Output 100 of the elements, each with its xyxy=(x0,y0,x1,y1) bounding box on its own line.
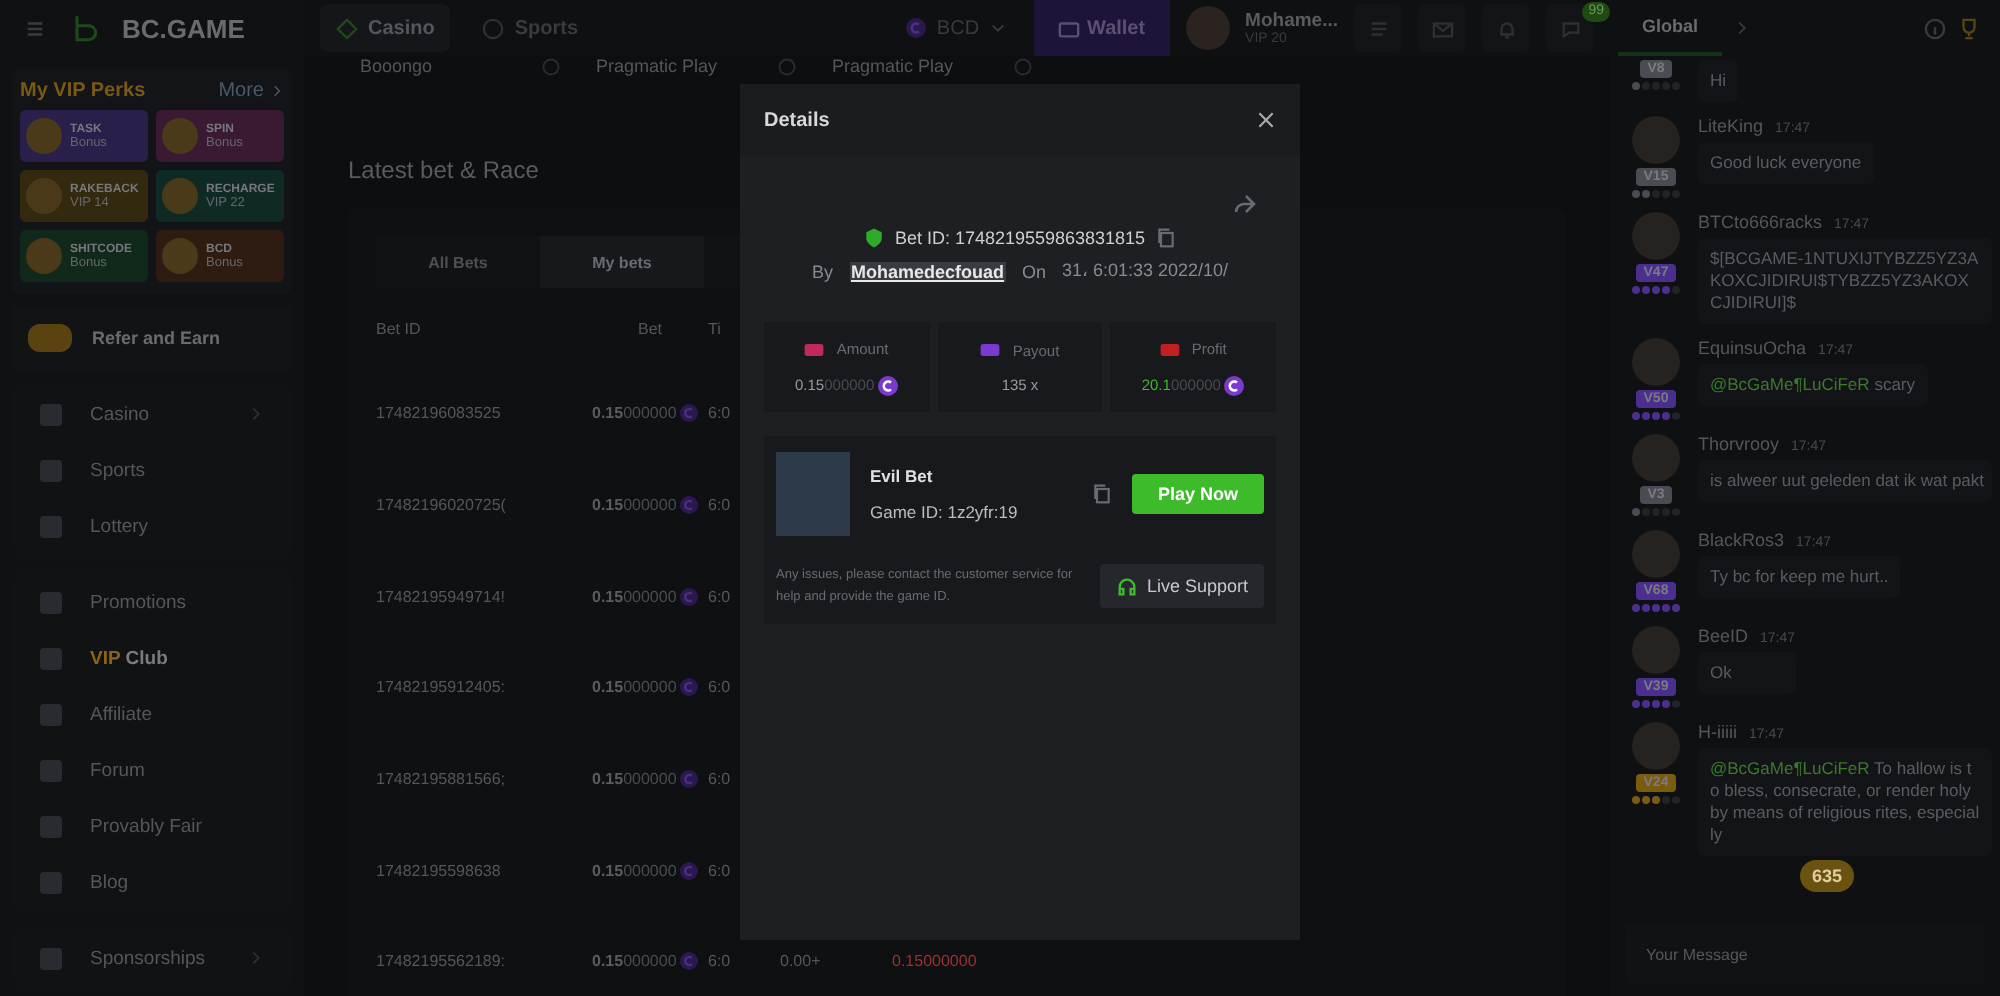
chat-tab[interactable]: Global xyxy=(1618,0,1722,56)
perk-icon xyxy=(26,238,62,274)
bet-amount-cell: 0.15000000 xyxy=(592,587,708,606)
logo-icon xyxy=(70,12,98,44)
message-bubble: @BcGaMe¶LuCiFeR To hallow is to bless, consecrate, or render holy by means of religious rites, especially xyxy=(1698,748,1992,856)
close-button[interactable] xyxy=(1256,110,1276,130)
bets-tab[interactable]: My bets xyxy=(540,236,704,288)
user-avatar[interactable] xyxy=(1185,6,1230,50)
nav-item[interactable]: Sports xyxy=(12,442,292,498)
message-bubble: $[BCGAME-1NTUXIJTYBZZ5YZ3AKOXCJIDIRUI$TYBZZ5YZ3AKOXCJIDIRUI]$ xyxy=(1698,238,1992,324)
menu-icon xyxy=(24,17,46,39)
bet-id-cell-text: 17482196083525 xyxy=(376,404,503,423)
provider-name: Pragmatic Play xyxy=(832,56,954,76)
bet-id: Bet ID: 1748219559863831815 xyxy=(894,228,1146,248)
coin-icon xyxy=(680,587,699,606)
time-cell-text: 6:0 xyxy=(708,952,733,971)
bell-button[interactable] xyxy=(1482,4,1530,52)
coin-icon xyxy=(878,375,899,395)
nav-icon xyxy=(40,815,62,837)
nav-icon xyxy=(40,403,62,425)
nav-icon xyxy=(40,947,62,969)
nav-item[interactable]: Affiliate xyxy=(12,686,292,742)
message-bubble: Ok xyxy=(1698,652,1796,694)
nav-item[interactable]: Sponsorships xyxy=(12,930,292,986)
coin-icon xyxy=(1224,375,1245,395)
coin-icon xyxy=(906,18,927,38)
list-button[interactable] xyxy=(1354,4,1402,52)
nav-icon xyxy=(40,647,62,669)
more-link[interactable]: More xyxy=(218,80,284,102)
column-header: Bet xyxy=(635,319,664,337)
bet-amount-cell: 0.15000000 xyxy=(592,678,708,697)
provider-name: Booongo xyxy=(360,56,433,76)
copy-icon xyxy=(1155,228,1176,248)
bet-id-cell-text: 17482195881566; xyxy=(376,770,508,789)
wallet-button[interactable]: Wallet xyxy=(1033,0,1170,56)
coin-icon xyxy=(680,770,699,789)
headset-icon xyxy=(1116,575,1139,597)
message-bubble: Ty bc for keep me hurt.. xyxy=(1698,556,1901,598)
profit-cell-text: 0.15000000 xyxy=(892,952,979,971)
bet-amount-cell: 0.15000000 xyxy=(592,770,708,789)
top-tab[interactable]: Casino xyxy=(320,4,451,52)
user-name[interactable]: H-iiiii xyxy=(1698,722,1737,742)
coins-icon xyxy=(28,324,72,352)
coin-icon xyxy=(680,404,699,423)
provider-name: Pragmatic Play xyxy=(596,56,718,76)
unread-count-badge[interactable]: 635 xyxy=(1800,860,1855,892)
time-cell-text: 6:0 xyxy=(708,678,733,697)
section-title: Latest bet & Race xyxy=(348,156,541,184)
user-name[interactable]: LiteKing xyxy=(1698,116,1764,136)
nav-item[interactable]: Casino xyxy=(12,386,292,442)
close-icon xyxy=(1256,110,1276,130)
info-icon xyxy=(542,57,560,75)
user-name[interactable]: Thorvrooy xyxy=(1698,434,1780,454)
by-label: By xyxy=(811,261,833,281)
chevron-icon xyxy=(248,950,264,966)
mail-icon xyxy=(1431,17,1453,39)
user-name[interactable]: BTCto666racks xyxy=(1698,212,1823,232)
game-thumbnail[interactable] xyxy=(776,452,850,536)
info-icon xyxy=(1924,17,1946,39)
share-icon xyxy=(1232,192,1256,216)
copy-icon xyxy=(1092,484,1112,504)
message-bubble: is alweer uut geleden dat ik wat pakt xyxy=(1698,460,1992,502)
time-cell-text: 6:0 xyxy=(708,861,733,880)
column-header: Bet ID xyxy=(376,319,423,337)
time-cell-text: 6:0 xyxy=(708,770,733,789)
nav-item[interactable]: Blog xyxy=(12,854,292,910)
user-name[interactable]: BeeID xyxy=(1698,626,1749,646)
user-link[interactable]: Mohamedecfouad xyxy=(849,261,1007,281)
bell-icon xyxy=(1495,17,1517,39)
bet-amount-cell: 0.15000000 xyxy=(592,861,708,880)
live-support-button[interactable]: Live Support xyxy=(1100,564,1264,608)
bet-id-cell-text: 17482195598638 xyxy=(376,861,503,880)
column-header: Ti xyxy=(708,319,723,337)
user-name: Mohame... xyxy=(1245,10,1338,32)
logo-text: BC.GAME xyxy=(122,13,245,43)
user-name[interactable]: BlackRos3 xyxy=(1698,530,1785,550)
perk-icon xyxy=(162,178,198,214)
coin-icon xyxy=(680,678,699,697)
bet-id-cell-text: 17482196020725( xyxy=(376,496,508,515)
message-bubble: @BcGaMe¶LuCiFeR scary xyxy=(1698,364,1927,406)
nav-item[interactable]: Promotions xyxy=(12,574,292,630)
diamond-icon xyxy=(336,17,358,39)
info-icon xyxy=(1014,57,1032,75)
nav-item[interactable]: VIP Club xyxy=(12,630,292,686)
chevron-icon xyxy=(248,406,264,422)
perk-icon xyxy=(162,118,198,154)
user-name[interactable]: EquinsuOcha xyxy=(1698,338,1807,358)
nav-item[interactable]: Lottery xyxy=(12,498,292,554)
coin-icon xyxy=(680,496,699,515)
multiplier-cell-text: 0.00+ xyxy=(780,952,823,971)
on-label: On xyxy=(1022,261,1047,281)
game-name: Evil Bet xyxy=(870,466,935,486)
nav-icon xyxy=(40,591,62,613)
nav-item[interactable]: Forum xyxy=(12,742,292,798)
mail-button[interactable] xyxy=(1418,4,1466,52)
play-now-button[interactable]: Play Now xyxy=(1132,474,1264,514)
nav-item[interactable]: Provably Fair xyxy=(12,798,292,854)
bets-tab[interactable]: All Bets xyxy=(376,236,540,288)
game-id: Game ID: 1z2yfr:19 xyxy=(870,502,1020,522)
trophy-icon xyxy=(1958,17,1980,39)
